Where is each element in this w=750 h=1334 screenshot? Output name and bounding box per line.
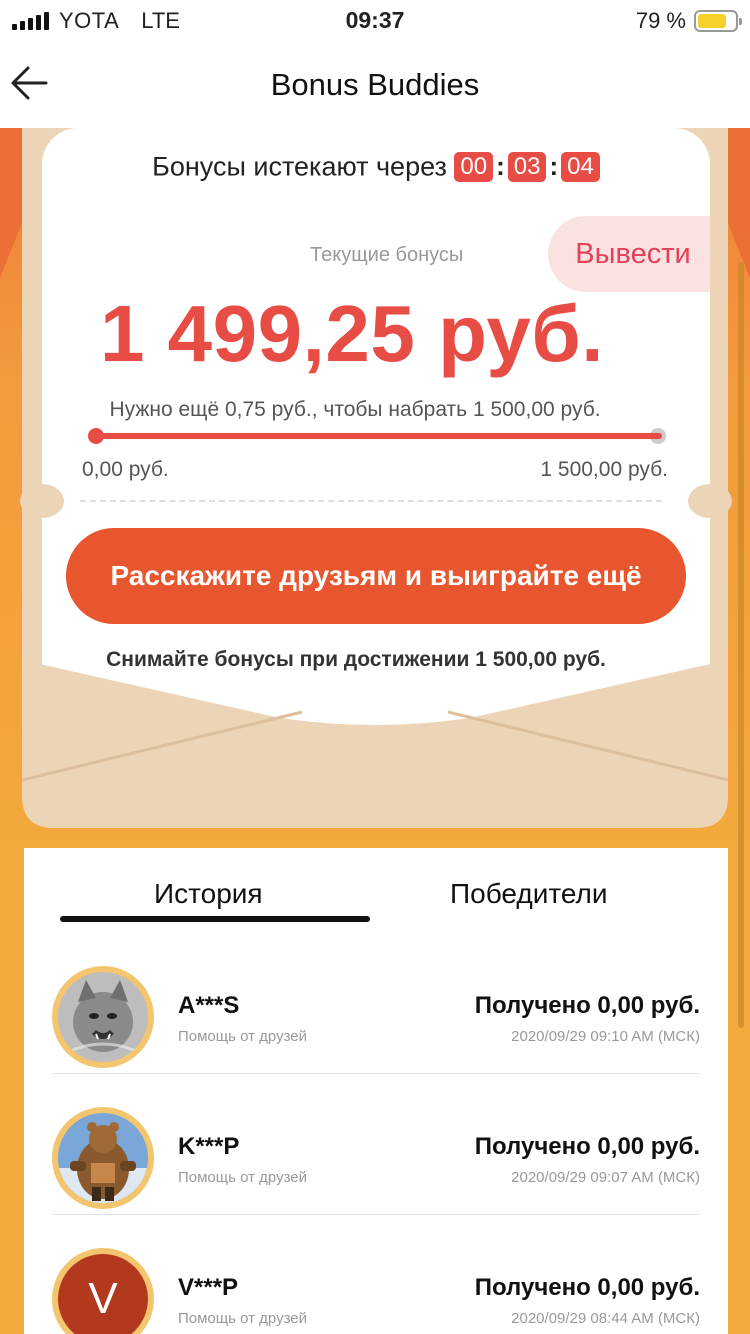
nav-bar: Bonus Buddies xyxy=(0,40,750,128)
timer-separator: : xyxy=(496,151,505,182)
row-divider xyxy=(52,1214,700,1215)
user-subtitle: Помощь от друзей xyxy=(178,1310,308,1327)
bonus-progress xyxy=(88,428,666,444)
timer-hours: 00 xyxy=(454,151,494,182)
dashed-divider xyxy=(80,500,662,502)
progress-max-label: 1 500,00 руб. xyxy=(540,458,668,481)
battery-icon xyxy=(694,10,742,32)
status-right: 79 % xyxy=(635,8,742,34)
battery-level xyxy=(698,14,727,28)
history-row[interactable]: V V***P Помощь от друзей Получено 0,00 р… xyxy=(52,1216,700,1334)
timer-minutes: 03 xyxy=(507,151,547,182)
envelope-flap xyxy=(22,660,728,828)
received-date: 2020/09/29 09:10 AM (МСК) xyxy=(511,1028,700,1045)
received-date: 2020/09/29 09:07 AM (МСК) xyxy=(511,1169,700,1186)
history-row[interactable]: A***S Помощь от друзей Получено 0,00 руб… xyxy=(52,934,700,1074)
user-name: K***P xyxy=(178,1133,240,1160)
ticket-notch-right xyxy=(688,484,732,518)
user-subtitle: Помощь от друзей xyxy=(178,1028,308,1045)
battery-percent: 79 % xyxy=(635,8,686,33)
progress-fill xyxy=(90,433,662,439)
progress-min-label: 0,00 руб. xyxy=(82,458,169,481)
bonus-amount: 1 499,25 руб. xyxy=(99,289,605,378)
history-row[interactable]: K***P Помощь от друзей Получено 0,00 руб… xyxy=(52,1075,700,1215)
received-amount: Получено 0,00 руб. xyxy=(474,1274,700,1301)
row-divider xyxy=(52,1073,700,1074)
timer-seconds: 04 xyxy=(561,151,600,182)
expire-timer: Бонусы истекают через 00:03:04 xyxy=(42,150,710,182)
letter-avatar: V xyxy=(58,1254,148,1334)
scrollbar[interactable] xyxy=(738,262,744,1028)
progress-start-dot xyxy=(88,428,104,444)
history-card: История Победители A***S Помощь от друзе… xyxy=(24,848,728,1334)
cat-avatar-image xyxy=(58,972,148,1062)
share-friends-button[interactable]: Расскажите друзьям и выиграйте ещё xyxy=(66,528,686,624)
timer-separator: : xyxy=(549,151,559,182)
withdraw-button[interactable]: Вывести xyxy=(548,216,710,292)
page-title: Bonus Buddies xyxy=(270,67,480,102)
current-bonus-label: Текущие бонусы xyxy=(310,244,464,266)
tab-winners[interactable]: Победители xyxy=(450,878,608,910)
user-subtitle: Помощь от друзей xyxy=(178,1169,308,1186)
user-name: A***S xyxy=(178,992,240,1019)
remaining-text: Нужно ещё 0,75 руб., чтобы набрать 1 500… xyxy=(109,398,601,421)
ticket-notch-left xyxy=(20,484,64,518)
avatar xyxy=(52,966,154,1068)
received-amount: Получено 0,00 руб. xyxy=(474,1133,700,1160)
bear-avatar-image xyxy=(58,1113,148,1203)
avatar: V xyxy=(52,1248,154,1334)
received-amount: Получено 0,00 руб. xyxy=(474,992,700,1019)
received-date: 2020/09/29 08:44 AM (МСК) xyxy=(511,1310,700,1327)
status-bar: YOTA LTE 09:37 79 % xyxy=(0,0,750,40)
user-name: V***P xyxy=(178,1274,239,1301)
avatar xyxy=(52,1107,154,1209)
active-tab-indicator xyxy=(60,916,370,922)
expire-label: Бонусы истекают через xyxy=(152,151,447,182)
bonus-letter-card: Бонусы истекают через 00:03:04 Вывести Т… xyxy=(20,128,732,738)
tab-history[interactable]: История xyxy=(154,878,263,910)
